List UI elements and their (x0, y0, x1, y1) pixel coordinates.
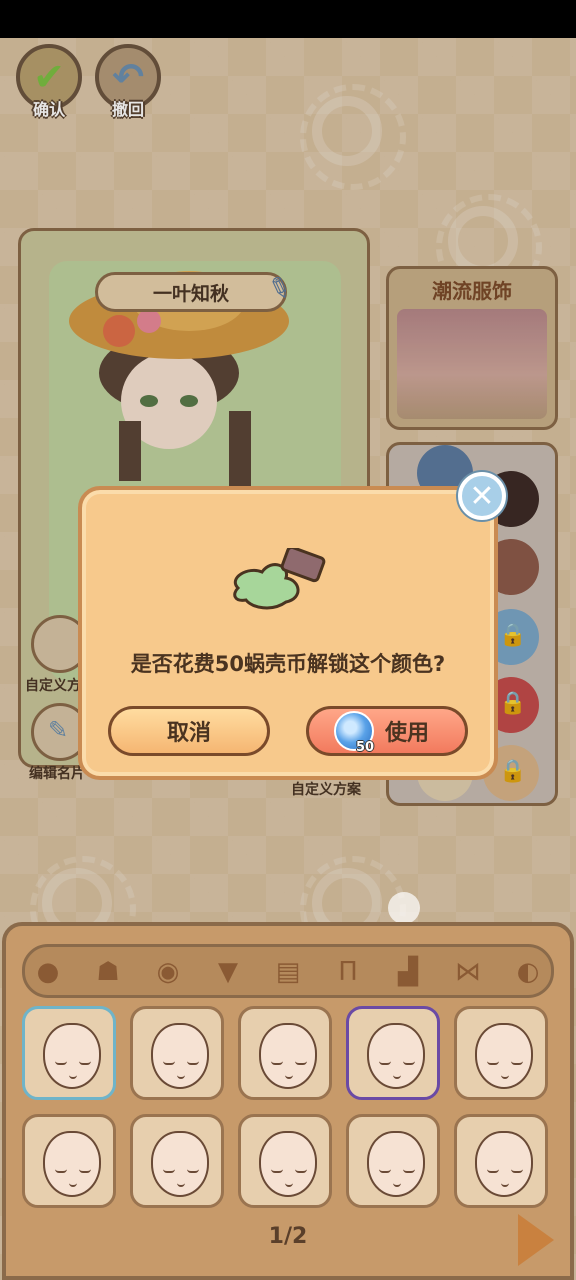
cancel-button[interactable]: 取消 (108, 706, 270, 756)
unlock-message: 是否花费50蜗壳币解锁这个颜色? (130, 652, 446, 676)
mouth (69, 1183, 77, 1187)
face-preview (475, 1023, 533, 1089)
mouth (69, 1075, 77, 1079)
shoe-icon[interactable]: ▟ (388, 954, 428, 990)
mouth (285, 1183, 293, 1187)
face-option[interactable] (346, 1006, 440, 1100)
status-bar (0, 0, 576, 38)
eye (403, 1061, 415, 1065)
pants-icon[interactable]: Π (328, 954, 368, 990)
face-option[interactable] (346, 1114, 440, 1208)
paint-brush-icon (233, 548, 326, 610)
eye (295, 1169, 307, 1173)
face-option[interactable] (22, 1114, 116, 1208)
eye (187, 1061, 199, 1065)
page-indicator: 1/2 (268, 1224, 308, 1249)
face-option[interactable] (130, 1006, 224, 1100)
face-option[interactable] (130, 1114, 224, 1208)
eye (163, 1061, 175, 1065)
eye (79, 1169, 91, 1173)
bow-icon[interactable]: ⋈ (448, 954, 488, 990)
eye (163, 1169, 175, 1173)
face-preview (367, 1131, 425, 1197)
mouth (393, 1183, 401, 1187)
eye (511, 1061, 523, 1065)
face-preview (43, 1131, 101, 1197)
coat-icon[interactable]: ▤ (268, 954, 308, 990)
face-option[interactable] (238, 1114, 332, 1208)
cancel-label: 取消 (166, 721, 211, 746)
mouth (177, 1075, 185, 1079)
touch-indicator (388, 892, 420, 924)
top-icon[interactable]: ▼ (208, 954, 248, 990)
face-option[interactable] (454, 1114, 548, 1208)
close-icon[interactable]: ✕ (458, 472, 506, 520)
eye (271, 1169, 283, 1173)
eye (403, 1169, 415, 1173)
face-preview (43, 1023, 101, 1089)
eye (379, 1169, 391, 1173)
face-option[interactable] (22, 1006, 116, 1100)
coin-cost: 50 (356, 740, 375, 755)
eye (55, 1169, 67, 1173)
eye (79, 1061, 91, 1065)
eye (55, 1061, 67, 1065)
face-option[interactable] (238, 1006, 332, 1100)
accessory-icon[interactable]: ◐ (508, 954, 548, 990)
eye (487, 1169, 499, 1173)
face-option[interactable] (454, 1006, 548, 1100)
mouth (501, 1075, 509, 1079)
face-preview (151, 1023, 209, 1089)
face-preview (259, 1131, 317, 1197)
mouth (177, 1183, 185, 1187)
next-page-arrow-icon[interactable] (518, 1214, 554, 1266)
mouth (501, 1183, 509, 1187)
face-preview (259, 1023, 317, 1089)
eye (487, 1061, 499, 1065)
mouth (393, 1075, 401, 1079)
eye-icon[interactable]: ◉ (148, 954, 188, 990)
eye (187, 1169, 199, 1173)
eye (295, 1061, 307, 1065)
use-button[interactable]: 使用 (306, 706, 468, 756)
eye (511, 1169, 523, 1173)
face-icon[interactable]: ● (28, 954, 68, 990)
eye (271, 1061, 283, 1065)
face-preview (151, 1131, 209, 1197)
mouth (285, 1075, 293, 1079)
face-preview (475, 1131, 533, 1197)
face-preview (367, 1023, 425, 1089)
hair-icon[interactable]: ☗ (88, 954, 128, 990)
eye (379, 1061, 391, 1065)
